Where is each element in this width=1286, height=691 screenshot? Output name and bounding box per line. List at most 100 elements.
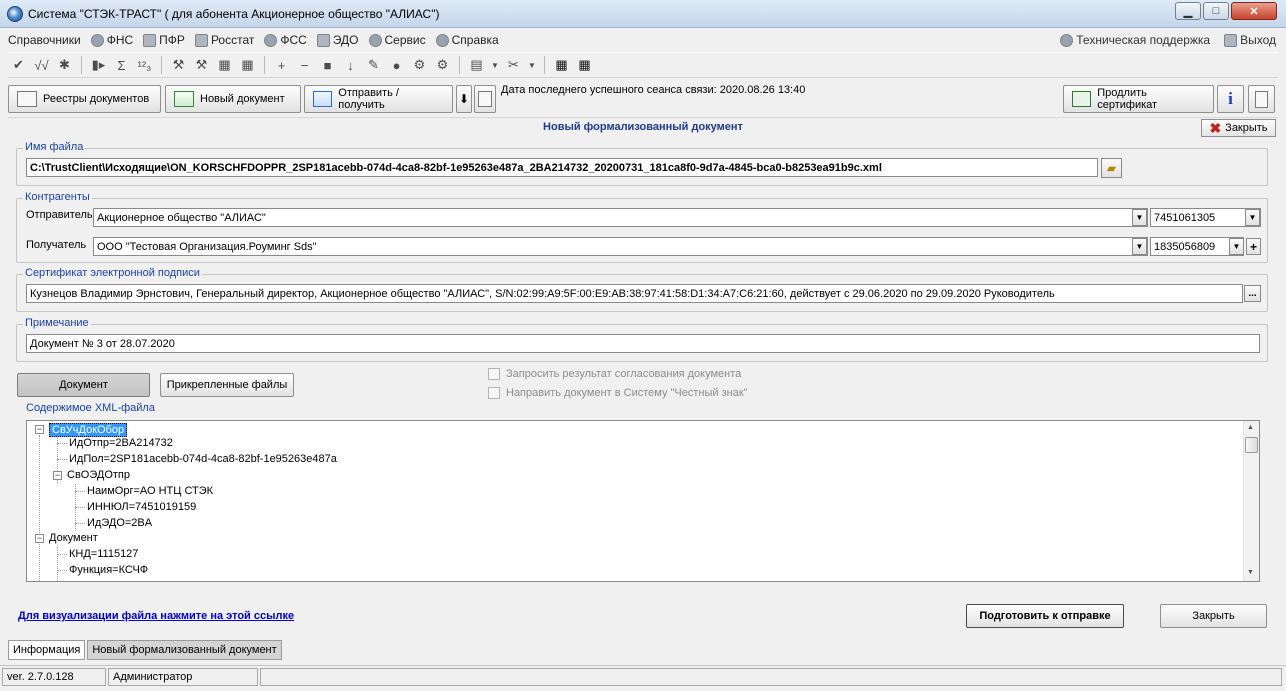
- factory-icon: [194, 33, 208, 47]
- tree-node[interactable]: ИдЭДО=2BA: [87, 517, 152, 529]
- toolbar-separator: [544, 56, 545, 74]
- tree-node-selected[interactable]: СвУчДокОбор: [49, 423, 128, 437]
- chevron-down-icon[interactable]: ▼: [1132, 209, 1147, 226]
- menu-help[interactable]: Справка: [435, 33, 499, 47]
- toolbar-separator: [264, 56, 265, 74]
- sender-select[interactable]: Акционерное общество "АЛИАС": [93, 208, 1148, 227]
- export-icon[interactable]: ▮▸: [88, 55, 109, 75]
- tree-node[interactable]: НаимОрг=АО НТЦ СТЭК: [87, 485, 213, 497]
- attached-files-button[interactable]: Прикрепленные файлы: [160, 373, 294, 397]
- exit-link[interactable]: Выход: [1224, 33, 1276, 47]
- paste-icon[interactable]: ▦: [237, 55, 258, 75]
- tree-node[interactable]: ИдПол=2SP181acebb-074d-4ca8-82bf-1e95263…: [69, 453, 337, 465]
- document-registry-button[interactable]: Реестры документов: [8, 85, 161, 113]
- menu-fss[interactable]: ФСС: [264, 33, 307, 47]
- burst-icon[interactable]: ✱: [54, 55, 75, 75]
- prepare-to-send-button[interactable]: Подготовить к отправке: [966, 604, 1124, 628]
- settings-icon[interactable]: ⚙: [409, 55, 430, 75]
- report-button[interactable]: [1248, 85, 1275, 113]
- tool-icon[interactable]: ⚒: [168, 55, 189, 75]
- sum-icon[interactable]: Σ: [111, 55, 132, 75]
- print-icon[interactable]: ▤: [466, 55, 487, 75]
- remove-icon[interactable]: −: [294, 55, 315, 75]
- numbering-icon[interactable]: ¹²₃: [134, 55, 155, 75]
- document-title: Новый формализованный документ: [543, 121, 743, 133]
- download-arrow-icon[interactable]: ↓: [340, 55, 361, 75]
- send-receive-icon: [313, 91, 333, 107]
- menu-fns[interactable]: ФНС: [90, 33, 133, 47]
- chevron-down-icon[interactable]: ▼: [1229, 238, 1244, 255]
- info-button[interactable]: i: [1217, 85, 1244, 113]
- lock-icon[interactable]: ●: [386, 55, 407, 75]
- double-check-icon[interactable]: √√: [31, 55, 52, 75]
- close-window-button[interactable]: ✕: [1231, 2, 1277, 20]
- chevron-down-icon[interactable]: ▼: [526, 55, 538, 75]
- xml-tree[interactable]: − СвУчДокОбор ИдОтпр=2BA214732 ИдПол=2SP…: [26, 420, 1260, 582]
- toolbar-separator: [459, 56, 460, 74]
- document-icon[interactable]: [474, 85, 496, 113]
- request-approval-checkbox[interactable]: Запросить результат согласования докумен…: [488, 368, 741, 380]
- close-document-button[interactable]: ✖ Закрыть: [1201, 119, 1276, 137]
- menu-rosstat[interactable]: Росстат: [194, 33, 254, 47]
- tree-line: [39, 435, 40, 581]
- tree-scrollbar[interactable]: ▲ ▼: [1243, 421, 1259, 581]
- tree-node[interactable]: КНД=1115127: [69, 548, 138, 560]
- honest-sign-checkbox[interactable]: Направить документ в Систему "Честный зн…: [488, 387, 748, 399]
- status-bar: ver. 2.7.0.128 Администратор: [0, 665, 1286, 687]
- tool-alt-icon[interactable]: ⚒: [191, 55, 212, 75]
- cut-icon[interactable]: ✂: [503, 55, 524, 75]
- pdf-icon[interactable]: ▦: [574, 55, 595, 75]
- scroll-thumb[interactable]: [1245, 437, 1258, 453]
- certificate-field[interactable]: Кузнецов Владимир Эрнстович, Генеральный…: [26, 284, 1243, 303]
- chevron-down-icon[interactable]: ▼: [1245, 209, 1260, 226]
- check-icon[interactable]: ✔: [8, 55, 29, 75]
- folder-open-icon[interactable]: ▰: [1101, 158, 1122, 178]
- new-document-button[interactable]: Новый документ: [165, 85, 301, 113]
- tree-collapse-toggle[interactable]: −: [35, 425, 44, 434]
- stop-icon[interactable]: ■: [317, 55, 338, 75]
- copy-icon[interactable]: ▦: [214, 55, 235, 75]
- tree-node[interactable]: Документ: [49, 532, 98, 544]
- visualize-file-link[interactable]: Для визуализации файла нажмите на этой с…: [18, 610, 294, 622]
- calculator-icon[interactable]: ▦: [551, 55, 572, 75]
- toolbar-separator: [161, 56, 162, 74]
- tree-node[interactable]: ИННЮЛ=7451019159: [87, 501, 196, 513]
- file-path-field[interactable]: C:\TrustClient\Исходящие\ON_KORSCHFDOPPR…: [26, 158, 1098, 177]
- chevron-down-icon[interactable]: ▼: [1132, 238, 1147, 255]
- tab-new-formalized-document[interactable]: Новый формализованный документ: [87, 640, 282, 660]
- tree-node[interactable]: СвОЭДОтпр: [67, 469, 130, 481]
- minimize-button[interactable]: ▁: [1175, 2, 1201, 20]
- tree-collapse-toggle[interactable]: −: [53, 471, 62, 480]
- receiver-label: Получатель: [26, 239, 87, 251]
- add-receiver-button[interactable]: +: [1246, 238, 1261, 255]
- maximize-button[interactable]: □: [1203, 2, 1229, 20]
- note-group: Примечание Документ № 3 от 28.07.2020: [16, 317, 1268, 362]
- report-icon: [1255, 90, 1268, 108]
- menu-pfr[interactable]: ПФР: [143, 33, 185, 47]
- receiver-select[interactable]: ООО "Тестовая Организация.Роуминг Sds": [93, 237, 1148, 256]
- add-icon[interactable]: +: [271, 55, 292, 75]
- chevron-down-icon[interactable]: ▼: [489, 55, 501, 75]
- menu-service[interactable]: Сервис: [368, 33, 426, 47]
- tree-node[interactable]: Функция=КСЧФ: [69, 564, 148, 576]
- tree-collapse-toggle[interactable]: −: [35, 534, 44, 543]
- certificate-browse-button[interactable]: ...: [1244, 285, 1261, 302]
- scroll-down-icon[interactable]: ▼: [1247, 569, 1254, 576]
- note-field[interactable]: Документ № 3 от 28.07.2020: [26, 334, 1260, 353]
- settings-alt-icon[interactable]: ⚙: [432, 55, 453, 75]
- menu-references[interactable]: Справочники: [8, 33, 81, 47]
- close-bottom-button[interactable]: Закрыть: [1160, 604, 1267, 628]
- tab-information[interactable]: Информация: [8, 640, 86, 660]
- tree-line: [75, 507, 85, 508]
- tree-node[interactable]: ИдОтпр=2BA214732: [69, 437, 173, 449]
- edit-pen-icon[interactable]: ✎: [363, 55, 384, 75]
- app-logo-icon: [7, 6, 23, 22]
- tree-line: [57, 554, 67, 555]
- send-receive-button[interactable]: Отправить / получить: [304, 85, 453, 113]
- renew-certificate-button[interactable]: Продлить сертификат: [1063, 85, 1214, 113]
- send-dropdown-button[interactable]: ⬇: [456, 85, 472, 113]
- document-tab-button[interactable]: Документ: [17, 373, 150, 397]
- tech-support-link[interactable]: Техническая поддержка: [1060, 33, 1210, 47]
- menu-edo[interactable]: ЭДО: [316, 33, 359, 47]
- scroll-up-icon[interactable]: ▲: [1247, 424, 1254, 431]
